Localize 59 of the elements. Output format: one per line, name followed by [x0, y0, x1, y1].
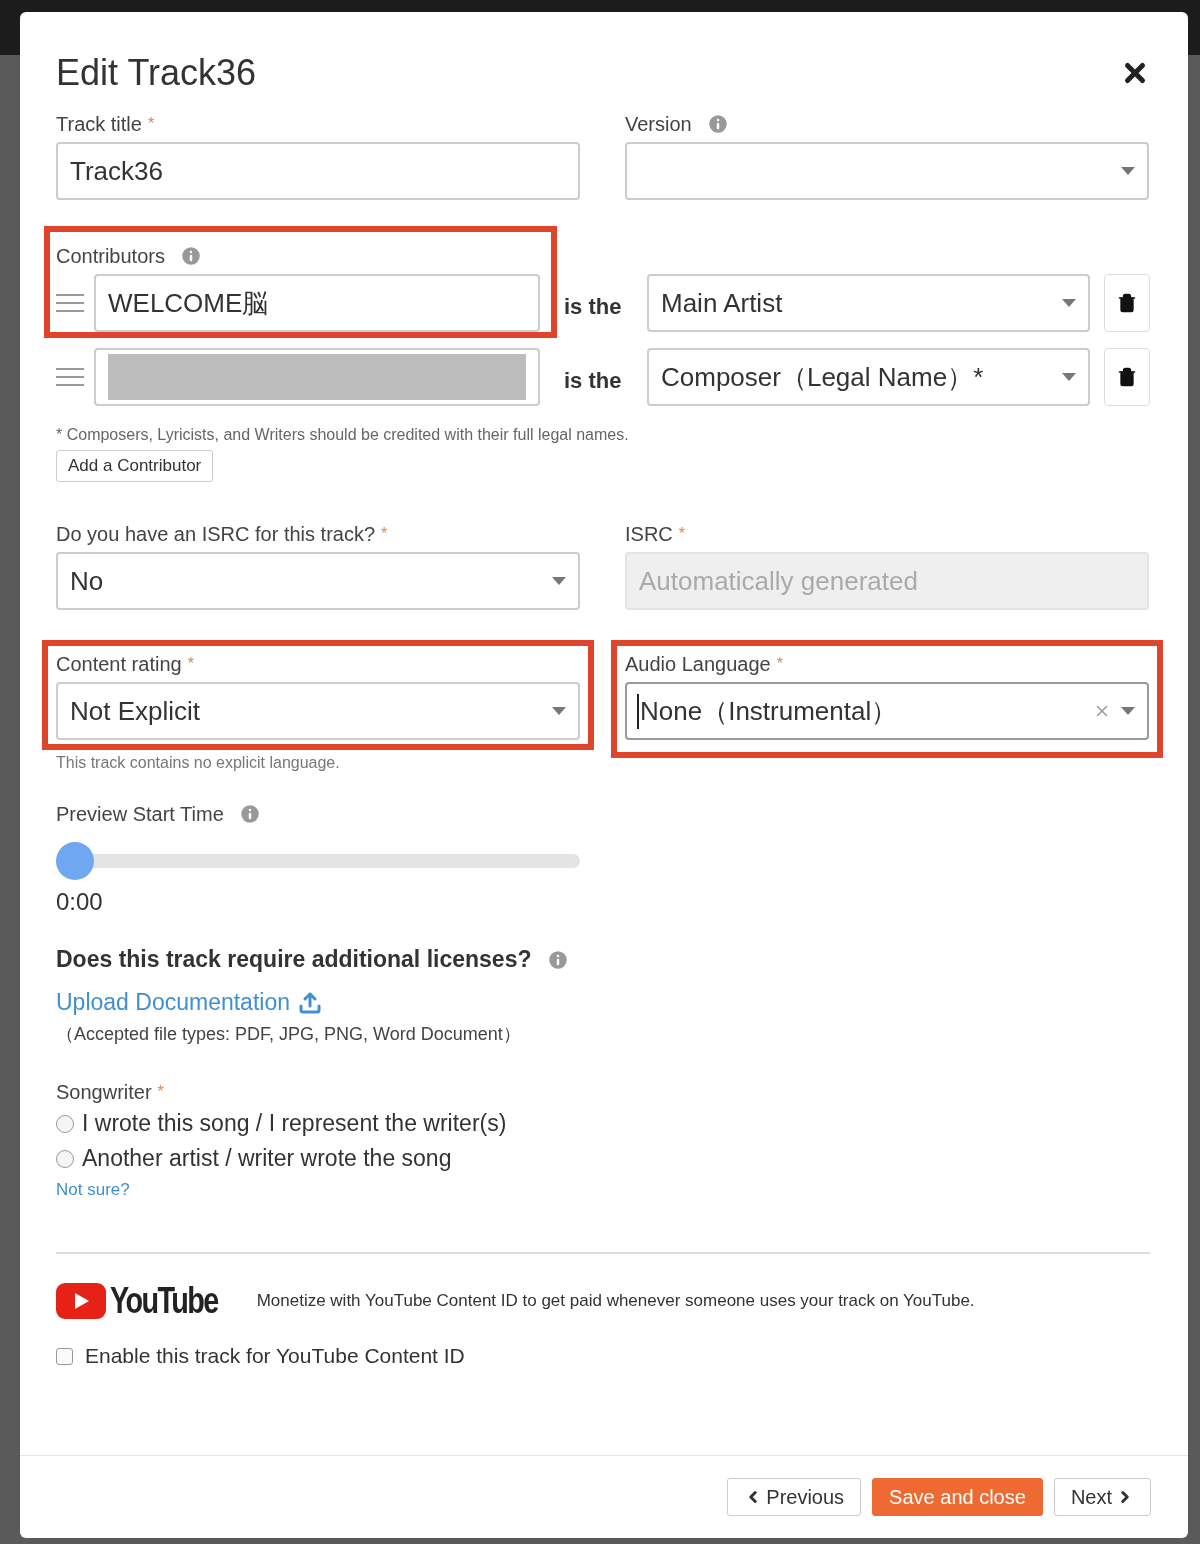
question-text: Does this track require additional licenses? [56, 946, 532, 973]
caret-icon [1062, 299, 1076, 307]
hint-text: This track contains no explicit language. [56, 754, 341, 772]
next-button[interactable]: Next [1053, 1478, 1151, 1516]
role-select[interactable]: Composer（Legal Name）* [647, 348, 1090, 406]
trash-icon [1117, 293, 1137, 313]
field-label: Preview Start Time [56, 802, 224, 826]
checkbox-icon[interactable] [56, 1347, 73, 1365]
radio-option[interactable]: I wrote this song / I represent the writer(s) [56, 1110, 1150, 1137]
note-text: * Composers, Lyricists, and Writers should be credited with their full legal names. [56, 426, 630, 444]
caret-icon [1062, 373, 1076, 381]
field-label: Version [625, 112, 692, 136]
isrc-select[interactable]: No [56, 552, 580, 610]
required-mark: * [147, 115, 155, 133]
slider[interactable] [56, 842, 580, 880]
connector-text: is the [563, 293, 623, 320]
time-reading: 0:00 [56, 888, 104, 916]
youtube-text: Monetize with YouTube Content ID to get paid whenever someone uses your track on YouTube. [256, 1291, 975, 1311]
role-select[interactable]: Main Artist [647, 274, 1090, 332]
field-label: Do you have an ISRC for this track? [56, 522, 376, 546]
delete-button[interactable] [1104, 274, 1150, 332]
connector-text: is the [563, 367, 623, 394]
delete-button[interactable] [1104, 348, 1150, 406]
trash-icon [1117, 367, 1137, 387]
caret-icon [552, 577, 566, 585]
required-mark: * [776, 655, 783, 673]
drag-handle-icon[interactable] [56, 368, 84, 386]
field-label: Audio Language [625, 652, 771, 676]
file-types-text: （Accepted file types: PDF, JPG, PNG, Word Document） [56, 1023, 522, 1046]
drag-handle-icon[interactable] [56, 294, 84, 312]
field-label: Songwriter [56, 1080, 152, 1104]
contributor-field[interactable]: WELCOME脳 [94, 274, 540, 332]
content-rating-select[interactable]: Not Explicit [56, 682, 580, 740]
field-label: ISRC [625, 522, 673, 546]
field-label: Contributors [56, 244, 165, 268]
version-select[interactable] [625, 142, 1149, 200]
field-label: Track title [56, 112, 142, 136]
dialog-title: Edit Track36 [56, 52, 257, 94]
radio-option[interactable]: Another artist / writer wrote the song [56, 1145, 1150, 1172]
caret-icon [552, 707, 566, 715]
track-title-field[interactable]: Track36 [56, 142, 580, 200]
radio-icon[interactable] [56, 1114, 74, 1133]
previous-button[interactable]: Previous [727, 1478, 862, 1516]
caret-icon [1121, 167, 1135, 175]
checkbox-option[interactable]: Enable this track for YouTube Content ID [56, 1344, 1150, 1368]
required-mark: * [157, 1083, 164, 1101]
help-link[interactable]: Not sure? [56, 1180, 130, 1200]
upload-icon [298, 990, 322, 1015]
required-mark: * [678, 525, 686, 543]
radio-icon[interactable] [56, 1149, 74, 1168]
caret-icon [1121, 707, 1135, 715]
contributor-field[interactable] [94, 348, 540, 406]
required-mark: * [187, 655, 194, 673]
required-mark: * [381, 525, 388, 543]
youtube-logo: YouTube [56, 1280, 221, 1322]
slider-thumb[interactable] [56, 842, 94, 880]
field-label: Content rating [56, 652, 182, 676]
audio-language-select[interactable]: None（Instrumental） [625, 682, 1149, 740]
add-contributor-button[interactable]: Add a Contributor [56, 450, 214, 482]
